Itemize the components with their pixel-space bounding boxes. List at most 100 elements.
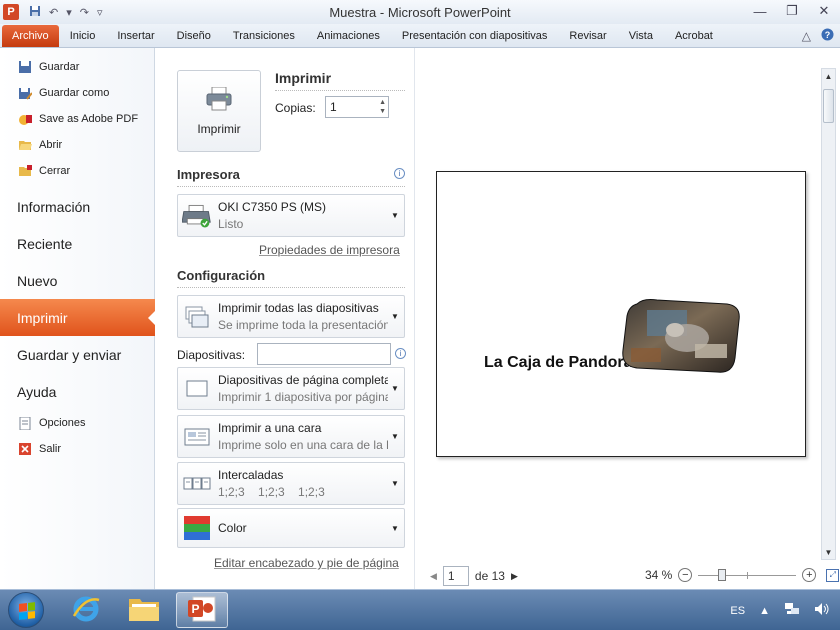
network-icon[interactable] [784,602,800,619]
slides-input[interactable] [257,343,391,365]
undo-dropdown-icon[interactable]: ▾ [66,6,72,19]
restore-button[interactable]: ❐ [782,3,802,19]
tab-animaciones[interactable]: Animaciones [306,25,391,47]
tab-vista[interactable]: Vista [618,25,664,47]
copies-input[interactable]: 1 ▲ ▼ [325,96,389,118]
tab-transiciones[interactable]: Transiciones [222,25,306,47]
printer-status: Listo [218,217,244,231]
nav-guardar-y-enviar[interactable]: Guardar y enviar [0,336,154,373]
folder-close-icon [18,164,32,178]
color-dropdown[interactable]: Color ▼ [177,508,405,548]
layout-dropdown[interactable]: Diapositivas de página completa Imprimir… [177,367,405,410]
nav-ayuda[interactable]: Ayuda [0,373,154,410]
taskbar-internet-explorer[interactable] [60,592,112,628]
minimize-button[interactable]: — [750,3,770,19]
chevron-down-icon: ▼ [391,211,399,220]
nav-imprimir[interactable]: Imprimir [0,299,156,336]
tab-revisar[interactable]: Revisar [558,25,617,47]
scroll-down-icon[interactable]: ▼ [822,545,835,559]
undo-icon[interactable]: ↶ [49,6,58,19]
printer-section-label: Impresora [177,167,240,182]
tab-diseno[interactable]: Diseño [166,25,222,47]
nav-label: Guardar [39,61,80,73]
nav-informacion[interactable]: Información [0,188,154,225]
window-title: Muestra - Microsoft PowerPoint [329,5,511,20]
slide-title: La Caja de Pandora [484,354,633,371]
tab-presentacion[interactable]: Presentación con diapositivas [391,25,559,47]
nav-salir[interactable]: Salir [0,436,154,462]
nav-label: Salir [39,443,62,455]
tab-acrobat[interactable]: Acrobat [664,25,724,47]
close-button[interactable]: ✕ [814,3,834,19]
previous-page-icon[interactable]: ◀ [430,571,437,582]
printer-properties-link[interactable]: Propiedades de impresora [259,243,400,257]
info-icon[interactable]: i [394,168,405,179]
printer-name: OKI C7350 PS (MS) [218,200,327,214]
start-button[interactable] [8,592,44,628]
nav-guardar-como[interactable]: Guardar como [0,80,154,106]
page-total: de 13 [474,569,505,583]
zoom-in-button[interactable]: + [802,568,817,582]
print-range-sub: Se imprime toda la presentación [218,318,388,332]
nav-abrir[interactable]: Abrir [0,132,154,158]
nav-opciones[interactable]: Opciones [0,410,154,436]
nav-guardar[interactable]: Guardar [0,54,154,80]
tab-archivo[interactable]: Archivo [2,25,59,47]
print-range-dropdown[interactable]: Imprimir todas las diapositivas Se impri… [177,295,405,338]
collapse-ribbon-icon[interactable]: △ [802,29,811,43]
collate-dropdown[interactable]: Intercaladas 1;2;3 1;2;3 1;2;3 ▼ [177,462,405,505]
powerpoint-taskbar-icon: P [187,595,217,626]
full-page-slide-icon [182,375,212,403]
preview-scrollbar[interactable]: ▲ ▼ [821,68,836,560]
zoom-out-button[interactable]: − [678,568,693,582]
header-footer-link[interactable]: Editar encabezado y pie de página [214,556,399,570]
quick-access-toolbar: ↶ ▾ ↷ ▿ [29,5,103,20]
language-indicator[interactable]: ES [730,605,745,617]
zoom-slider-knob[interactable] [718,569,727,581]
powerpoint-icon[interactable]: P [3,4,19,20]
print-settings-panel: Imprimir Imprimir Copias: 1 ▲ ▼ Impresora… [155,48,415,589]
collate-sub: 1;2;3 1;2;3 1;2;3 [218,485,325,499]
nav-label: Save as Adobe PDF [39,113,139,125]
tray-expand-icon[interactable]: ▲ [759,605,770,617]
page-number-input[interactable]: 1 [442,566,469,586]
help-icon[interactable]: ? [821,28,834,44]
printer-section-title: Impresora i [177,167,405,187]
windows-logo-icon [19,602,35,620]
ribbon-tabs: Archivo Inicio Insertar Diseño Transicio… [0,24,840,48]
customize-toolbar-icon[interactable]: ▿ [97,6,103,19]
copies-value: 1 [330,100,337,114]
slides-info-icon[interactable]: i [395,348,406,359]
sides-main: Imprimir a una cara [218,421,322,435]
copies-spinner[interactable]: ▲ ▼ [379,98,386,116]
zoom-to-page-icon[interactable]: ⤢ [826,568,840,582]
spin-down-icon[interactable]: ▼ [379,107,386,116]
nav-save-as-pdf[interactable]: Save as Adobe PDF [0,106,154,132]
color-main: Color [218,521,247,535]
tab-insertar[interactable]: Insertar [106,25,165,47]
taskbar-explorer[interactable] [118,592,170,628]
volume-icon[interactable] [814,602,830,619]
nav-cerrar[interactable]: Cerrar [0,158,154,184]
scroll-thumb[interactable] [823,89,834,123]
ribbon-right-controls: △ ? [802,25,840,47]
printer-dropdown[interactable]: OKI C7350 PS (MS) Listo ▼ [177,194,405,237]
nav-label: Cerrar [39,165,71,177]
nav-label: Guardar como [39,87,110,99]
spin-up-icon[interactable]: ▲ [379,98,386,107]
nav-reciente[interactable]: Reciente [0,225,154,262]
redo-icon[interactable]: ↷ [80,6,89,19]
printer-icon [206,86,232,114]
save-icon[interactable] [29,5,41,20]
sides-dropdown[interactable]: Imprimir a una cara Imprime solo en una … [177,415,405,458]
options-icon [18,416,32,430]
print-button[interactable]: Imprimir [177,70,261,152]
next-page-icon[interactable]: ▶ [511,571,518,582]
print-heading: Imprimir [275,70,405,91]
nav-nuevo[interactable]: Nuevo [0,262,154,299]
settings-section-title: Configuración [177,268,405,288]
tab-inicio[interactable]: Inicio [59,25,107,47]
zoom-slider[interactable] [698,569,797,581]
taskbar-powerpoint[interactable]: P [176,592,228,628]
scroll-up-icon[interactable]: ▲ [822,69,835,83]
